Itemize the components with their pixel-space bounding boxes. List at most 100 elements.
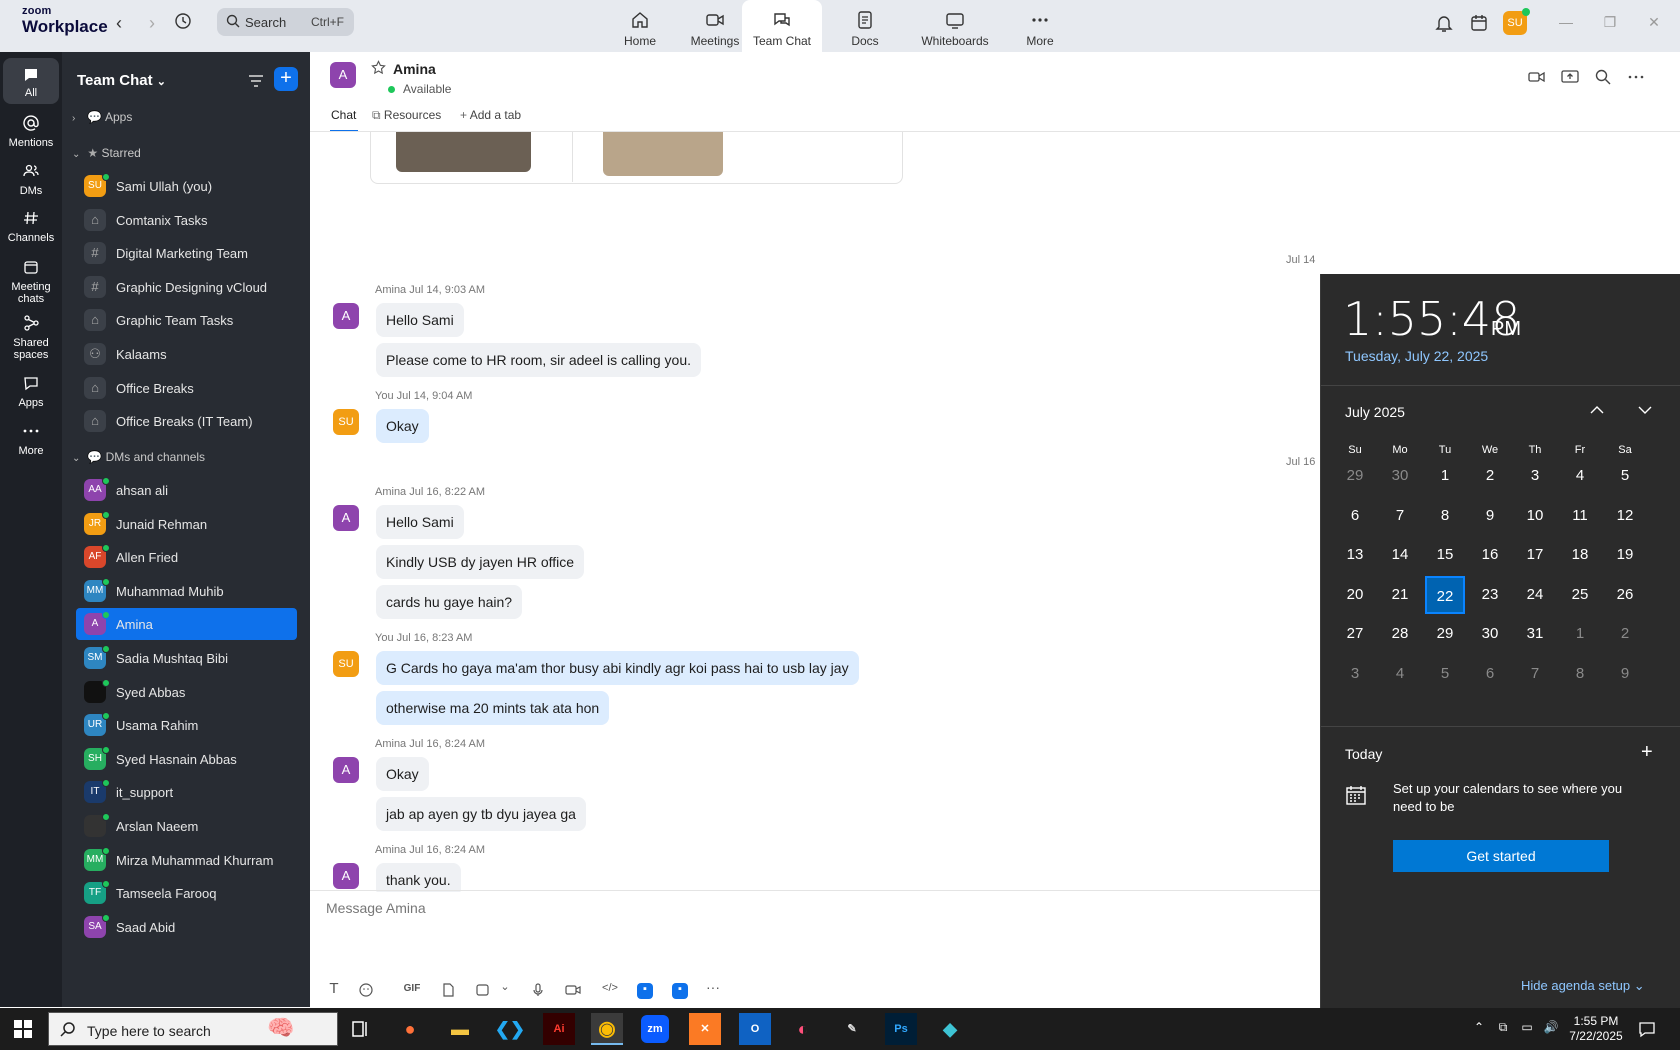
notifications-icon[interactable] [1638, 1020, 1656, 1038]
clock-date-link[interactable]: Tuesday, July 22, 2025 [1345, 348, 1488, 364]
share-screen-icon[interactable] [1561, 68, 1579, 86]
rail-shared-spaces[interactable]: Shared spaces [0, 314, 62, 361]
message-input[interactable]: Message Amina [326, 900, 426, 916]
app-icon[interactable]: ◆ [934, 1013, 966, 1045]
get-started-button[interactable]: Get started [1393, 840, 1609, 872]
tray-app-icon[interactable]: ⧉ [1494, 1020, 1512, 1038]
windows-start-icon[interactable] [14, 1020, 32, 1038]
calendar-day[interactable]: 17 [1515, 536, 1555, 574]
calendar-day[interactable]: 6 [1470, 655, 1510, 693]
section-apps[interactable]: › 💬 Apps [72, 110, 132, 130]
sidebar-item[interactable]: # Graphic Designing vCloud [76, 271, 296, 303]
chat-title[interactable]: Amina [393, 61, 436, 77]
message-avatar[interactable]: SU [333, 651, 359, 677]
calendar-day[interactable]: 14 [1380, 536, 1420, 574]
star-outline-icon[interactable] [371, 60, 386, 75]
video-call-icon[interactable] [1528, 68, 1546, 86]
calendar-day[interactable]: 7 [1515, 655, 1555, 693]
tab-docs[interactable]: Docs [817, 0, 913, 52]
calendar-day[interactable]: 20 [1335, 576, 1375, 614]
calendar-day[interactable]: 2 [1605, 615, 1645, 653]
dm-item[interactable]: MM Mirza Muhammad Khurram [76, 844, 296, 876]
app-icon[interactable]: ▪ [672, 983, 688, 999]
calendar-day[interactable]: 4 [1560, 457, 1600, 495]
calendar-day[interactable]: 30 [1470, 615, 1510, 653]
dm-item[interactable]: IT it_support [76, 776, 296, 808]
outlook-icon[interactable]: O [739, 1013, 771, 1045]
calendar-day[interactable]: 16 [1470, 536, 1510, 574]
sidebar-item[interactable]: # Digital Marketing Team [76, 237, 296, 269]
rail-channels[interactable]: Channels [0, 209, 62, 244]
message-bubble[interactable]: thank you. [376, 863, 461, 892]
illustrator-icon[interactable]: Ai [543, 1013, 575, 1045]
restore-icon[interactable]: ❐ [1600, 14, 1620, 34]
calendar-day[interactable]: 13 [1335, 536, 1375, 574]
vscode-icon[interactable]: ❮❯ [494, 1013, 526, 1045]
calendar-day[interactable]: 7 [1380, 497, 1420, 535]
calendar-day[interactable]: 5 [1605, 457, 1645, 495]
calendar-day[interactable]: 6 [1335, 497, 1375, 535]
app-icon[interactable]: ▪ [637, 983, 653, 999]
chevron-down-icon[interactable] [1637, 402, 1653, 418]
calendar-day[interactable]: 11 [1560, 497, 1600, 535]
calendar-day[interactable]: 8 [1425, 497, 1465, 535]
message-avatar[interactable]: A [333, 863, 359, 889]
calendar-month[interactable]: July 2025 [1345, 404, 1405, 420]
dm-item[interactable]: Syed Abbas [76, 676, 296, 708]
message-bubble[interactable]: Okay [376, 757, 429, 791]
message-bubble[interactable]: Hello Sami [376, 303, 464, 337]
message-bubble[interactable]: Okay [376, 409, 429, 443]
task-view-icon[interactable] [344, 1013, 376, 1045]
file-icon[interactable] [440, 982, 456, 998]
dm-item[interactable]: A Amina [76, 608, 297, 641]
message-bubble[interactable]: jab ap ayen gy tb dyu jayea ga [376, 797, 586, 831]
calendar-day[interactable]: 1 [1560, 615, 1600, 653]
emoji-icon[interactable] [358, 982, 374, 998]
attachment-image[interactable] [396, 132, 531, 172]
chrome-icon[interactable]: ◉ [591, 1013, 623, 1045]
bell-icon[interactable] [1433, 12, 1455, 34]
pen-tool-icon[interactable]: ✎ [836, 1013, 868, 1045]
calendar-day[interactable]: 4 [1380, 655, 1420, 693]
calendar-day[interactable]: 27 [1335, 615, 1375, 653]
dm-item[interactable]: MM Muhammad Muhib [76, 575, 296, 607]
sidebar-item[interactable]: ⌂ Comtanix Tasks [76, 204, 296, 236]
calendar-day[interactable]: 10 [1515, 497, 1555, 535]
calendar-day[interactable]: 3 [1335, 655, 1375, 693]
dm-item[interactable]: SM Sadia Mushtaq Bibi [76, 642, 296, 674]
tab-add[interactable]: + Add a tab [460, 108, 521, 132]
calendar-day[interactable]: 2 [1470, 457, 1510, 495]
chevron-up-icon[interactable]: ⌃ [1470, 1020, 1488, 1038]
history-icon[interactable] [172, 12, 194, 34]
tab-more[interactable]: More [992, 0, 1088, 52]
calendar-day[interactable]: 8 [1560, 655, 1600, 693]
message-avatar[interactable]: A [333, 505, 359, 531]
rail-apps[interactable]: Apps [0, 374, 62, 409]
format-text-icon[interactable]: T [326, 980, 342, 997]
tab-resources[interactable]: ⧉ Resources [372, 108, 441, 132]
xampp-icon[interactable]: ✕ [689, 1013, 721, 1045]
search-input[interactable]: Search Ctrl+F [217, 8, 354, 36]
sidebar-item[interactable]: ⌂ Office Breaks (IT Team) [76, 405, 296, 437]
section-dms[interactable]: ⌄ 💬 DMs and channels [72, 450, 205, 470]
dm-item[interactable]: AA ahsan ali [76, 474, 296, 506]
rail-all[interactable]: All [3, 58, 59, 104]
minimize-icon[interactable]: — [1556, 14, 1576, 34]
sidebar-item[interactable]: SU Sami Ullah (you) [76, 170, 296, 202]
tab-whiteboards[interactable]: Whiteboards [907, 0, 1003, 52]
message-bubble[interactable]: Hello Sami [376, 505, 464, 539]
tab-chat[interactable]: Chat [330, 108, 358, 132]
filter-icon[interactable] [247, 72, 265, 90]
calendar-day[interactable]: 9 [1470, 497, 1510, 535]
taskbar-search-input[interactable]: Type here to search 🧠 [48, 1012, 338, 1046]
attachment-image[interactable] [603, 132, 723, 176]
calendar-day[interactable]: 5 [1425, 655, 1465, 693]
gif-icon[interactable]: GIF [400, 983, 424, 999]
hide-agenda-link[interactable]: Hide agenda setup ⌄ [1521, 978, 1645, 994]
calendar-day[interactable]: 1 [1425, 457, 1465, 495]
firefox-icon[interactable]: ● [394, 1013, 426, 1045]
creative-cloud-icon[interactable]: ◐ [787, 1013, 819, 1045]
message-bubble[interactable]: otherwise ma 20 mints tak ata hon [376, 691, 610, 725]
rail-mentions[interactable]: Mentions [0, 114, 62, 149]
message-avatar[interactable]: SU [333, 409, 359, 435]
